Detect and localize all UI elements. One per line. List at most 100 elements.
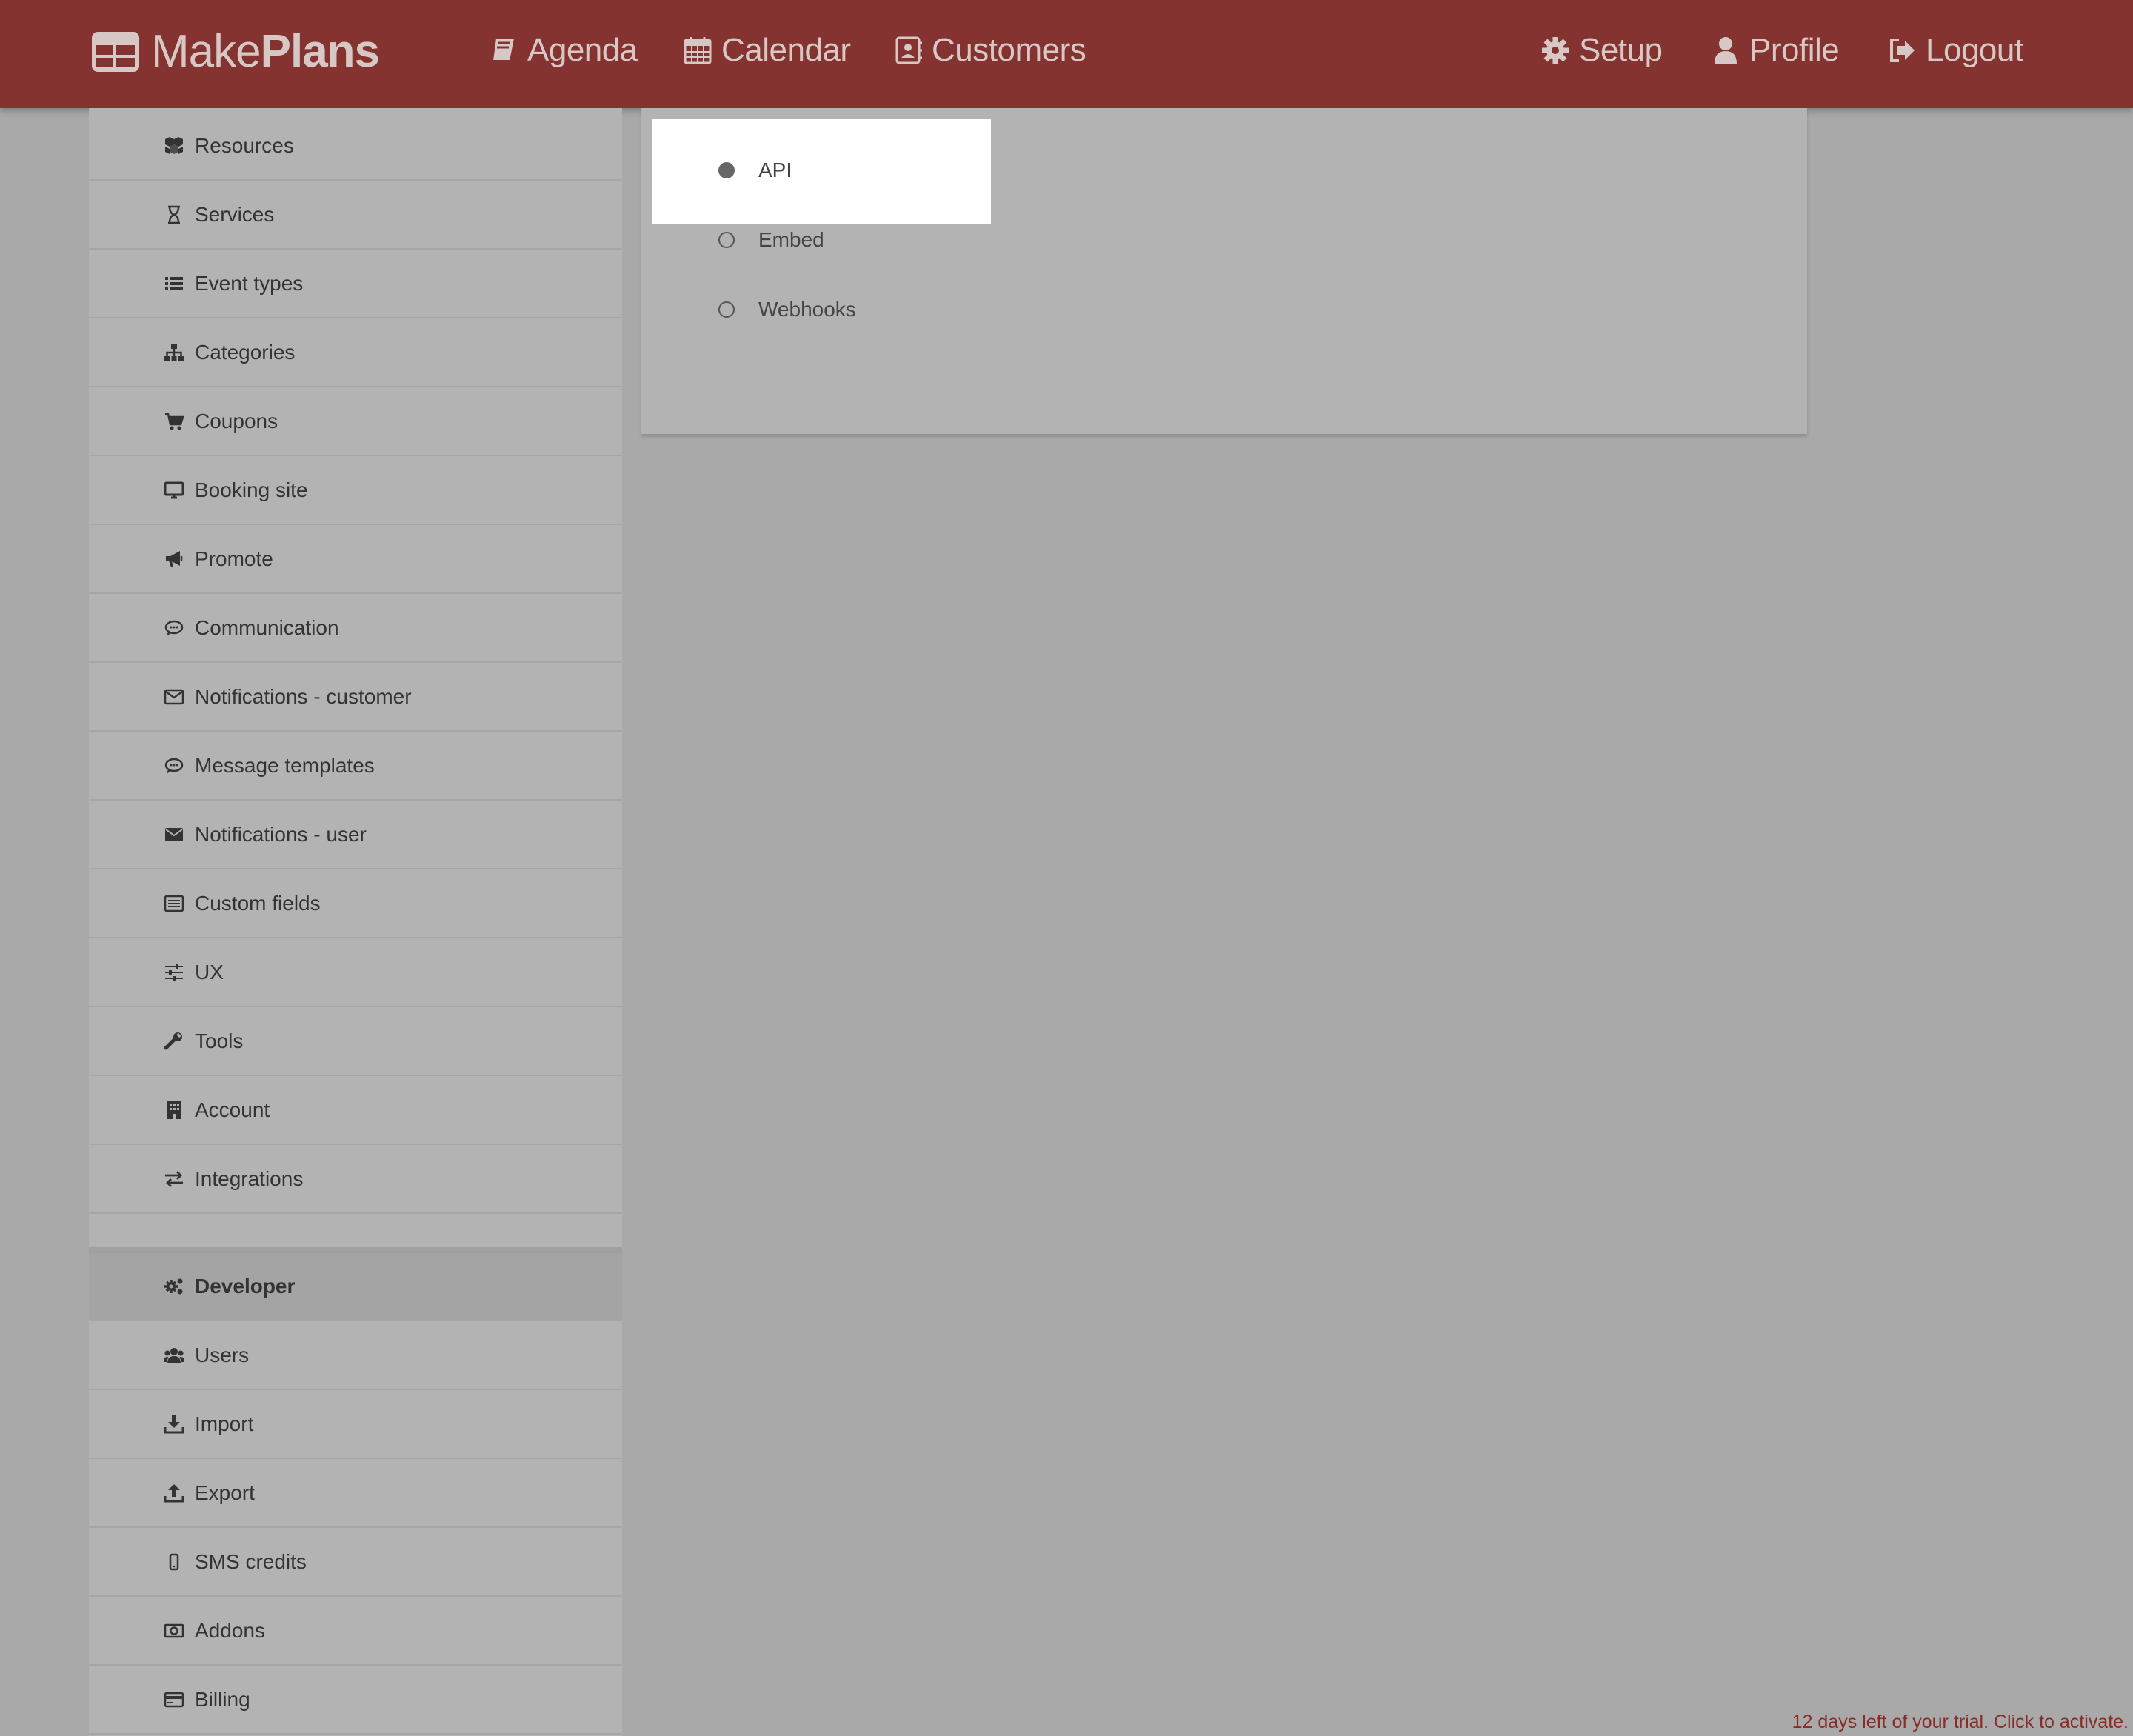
developer-option-embed[interactable]: Embed bbox=[718, 225, 824, 255]
list-alt-icon bbox=[163, 892, 185, 915]
envelope-outline-icon bbox=[163, 686, 185, 708]
sidebar-item-account[interactable]: Account bbox=[89, 1077, 622, 1145]
logo-text: MakePlans bbox=[151, 26, 380, 77]
cart-icon bbox=[163, 410, 185, 433]
sidebar-item-label: Import bbox=[195, 1412, 254, 1435]
sidebar-item-label: UX bbox=[195, 961, 224, 984]
sidebar-item-event-types[interactable]: Event types bbox=[89, 250, 622, 318]
bullhorn-icon bbox=[163, 548, 185, 570]
sidebar-item-addons[interactable]: Addons bbox=[89, 1598, 622, 1666]
sidebar-item-label: Services bbox=[195, 203, 275, 226]
sidebar-item-label: Billing bbox=[195, 1688, 250, 1711]
sidebar-item-ux[interactable]: UX bbox=[89, 939, 622, 1007]
developer-option-label: API bbox=[758, 158, 792, 181]
address-book-icon bbox=[895, 36, 922, 64]
nav-profile[interactable]: Profile bbox=[1711, 30, 1840, 71]
hourglass-icon bbox=[163, 204, 185, 226]
sliders-icon bbox=[163, 961, 185, 984]
comment-icon bbox=[163, 755, 185, 777]
sign-out-icon bbox=[1890, 39, 1915, 62]
developer-option-api[interactable]: API bbox=[718, 156, 792, 185]
sidebar-item-label: Communication bbox=[195, 616, 339, 639]
sidebar-item-promote[interactable]: Promote bbox=[89, 526, 622, 594]
sidebar-item-booking-site[interactable]: Booking site bbox=[89, 457, 622, 525]
calendar-icon bbox=[684, 37, 712, 64]
money-icon bbox=[163, 1620, 185, 1642]
setup-sidebar: Resources Services Event types Categorie… bbox=[89, 108, 622, 1736]
developer-option-label: Embed bbox=[758, 228, 824, 251]
sidebar-item-message-templates[interactable]: Message templates bbox=[89, 732, 622, 801]
sidebar-item-notifications-customer[interactable]: Notifications - customer bbox=[89, 664, 622, 732]
nav-logout-label: Logout bbox=[1926, 32, 2023, 68]
wrench-icon bbox=[163, 1030, 185, 1052]
makeplans-logo[interactable]: MakePlans bbox=[92, 25, 380, 79]
sitemap-icon bbox=[163, 341, 185, 364]
building-icon bbox=[163, 1099, 185, 1121]
nav-customers[interactable]: Customers bbox=[893, 30, 1086, 71]
desktop-icon bbox=[163, 479, 185, 501]
comment-icon bbox=[163, 617, 185, 639]
sidebar-item-notifications-user[interactable]: Notifications - user bbox=[89, 801, 622, 869]
gear-icon bbox=[1542, 37, 1569, 64]
list-icon bbox=[163, 273, 185, 295]
download-icon bbox=[163, 1413, 185, 1435]
sidebar-item-label: Account bbox=[195, 1098, 270, 1121]
sidebar-item-export[interactable]: Export bbox=[89, 1460, 622, 1528]
envelope-icon bbox=[163, 824, 185, 846]
nav-agenda[interactable]: Agenda bbox=[489, 30, 638, 71]
sidebar-item-label: Resources bbox=[195, 134, 294, 157]
trial-activate-link[interactable]: 12 days left of your trial. Click to act… bbox=[1792, 1712, 2129, 1733]
sidebar-item-label: Notifications - user bbox=[195, 823, 367, 846]
upload-icon bbox=[163, 1482, 185, 1504]
logo-text-make: Make bbox=[151, 26, 261, 77]
sidebar-item-communication[interactable]: Communication bbox=[89, 595, 622, 663]
nav-calendar[interactable]: Calendar bbox=[683, 30, 851, 71]
sidebar-item-import[interactable]: Import bbox=[89, 1391, 622, 1459]
nav-setup-label: Setup bbox=[1579, 32, 1663, 68]
sidebar-item-label: Developer bbox=[195, 1275, 296, 1298]
sidebar-item-resources[interactable]: Resources bbox=[89, 113, 622, 181]
calendar-grid-icon bbox=[92, 32, 139, 72]
cogs-icon bbox=[163, 1275, 185, 1298]
nav-logout[interactable]: Logout bbox=[1887, 30, 2023, 71]
credit-card-icon bbox=[163, 1689, 185, 1711]
sidebar-item-coupons[interactable]: Coupons bbox=[89, 388, 622, 456]
sidebar-item-developer[interactable]: Developer bbox=[89, 1253, 622, 1321]
exchange-icon bbox=[163, 1168, 185, 1190]
sidebar-item-users[interactable]: Users bbox=[89, 1322, 622, 1390]
sidebar-item-custom-fields[interactable]: Custom fields bbox=[89, 870, 622, 938]
sidebar-item-billing[interactable]: Billing bbox=[89, 1666, 622, 1735]
radio-unselected[interactable] bbox=[718, 301, 735, 318]
developer-option-webhooks[interactable]: Webhooks bbox=[718, 295, 856, 324]
sidebar-item-sms-credits[interactable]: SMS credits bbox=[89, 1529, 622, 1597]
sidebar-item-label: Notifications - customer bbox=[195, 685, 412, 708]
sidebar-item-label: Booking site bbox=[195, 478, 308, 501]
radio-unselected[interactable] bbox=[718, 232, 735, 248]
nav-profile-label: Profile bbox=[1749, 32, 1840, 68]
sidebar-item-label: Event types bbox=[195, 272, 304, 295]
sidebar-item-tools[interactable]: Tools bbox=[89, 1008, 622, 1076]
sidebar-item-label: Integrations bbox=[195, 1167, 304, 1190]
api-option-highlight bbox=[652, 119, 991, 224]
sidebar-item-categories[interactable]: Categories bbox=[89, 319, 622, 387]
logo-text-plans: Plans bbox=[260, 26, 380, 77]
sidebar-item-label: SMS credits bbox=[195, 1550, 307, 1573]
users-icon bbox=[163, 1344, 185, 1366]
radio-selected[interactable] bbox=[718, 162, 735, 178]
sidebar-item-label: Addons bbox=[195, 1619, 265, 1642]
nav-customers-label: Customers bbox=[932, 32, 1086, 68]
book-icon bbox=[493, 39, 514, 61]
sidebar-item-services[interactable]: Services bbox=[89, 181, 622, 250]
sidebar-item-label: Export bbox=[195, 1481, 255, 1504]
sidebar-divider bbox=[89, 1247, 622, 1253]
cubes-icon bbox=[163, 135, 185, 157]
mobile-icon bbox=[163, 1551, 185, 1573]
sidebar-item-label: Promote bbox=[195, 547, 273, 570]
sidebar-item-label: Custom fields bbox=[195, 892, 321, 915]
nav-calendar-label: Calendar bbox=[721, 32, 851, 68]
nav-setup[interactable]: Setup bbox=[1540, 30, 1663, 71]
sidebar-item-label: Categories bbox=[195, 341, 296, 364]
sidebar-item-label: Users bbox=[195, 1343, 250, 1366]
top-navigation-bar: MakePlans Agenda Calendar Customers Setu… bbox=[0, 0, 2133, 108]
sidebar-item-integrations[interactable]: Integrations bbox=[89, 1146, 622, 1214]
